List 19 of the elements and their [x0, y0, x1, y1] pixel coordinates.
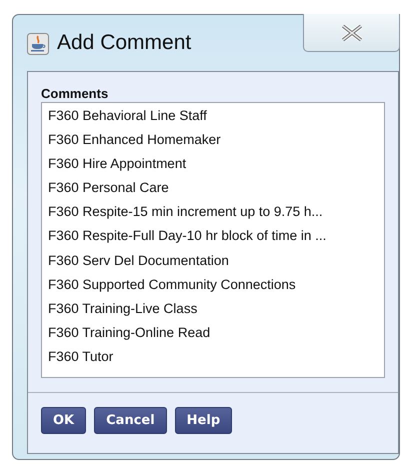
- comments-label: Comments: [41, 86, 110, 101]
- list-item[interactable]: F360 Respite-15 min increment up to 9.75 h...: [42, 200, 384, 224]
- dialog-button[interactable]: OK: [41, 407, 86, 434]
- list-item[interactable]: F360 Respite-Full Day-10 hr block of time in ...: [42, 224, 384, 249]
- coffee-cup-icon: [27, 33, 49, 55]
- list-item[interactable]: F360 Training-Online Read: [42, 320, 384, 345]
- list-item[interactable]: F360 Training-Live Class: [42, 296, 384, 321]
- dialog-button[interactable]: Help: [174, 407, 232, 434]
- list-item[interactable]: F360 Tutor: [42, 344, 384, 370]
- list-item[interactable]: F360 Behavioral Line Staff: [42, 104, 384, 128]
- close-icon: [340, 24, 362, 40]
- list-item[interactable]: F360 Personal Care: [42, 176, 384, 200]
- list-item[interactable]: F360 Supported Community Connections: [42, 272, 384, 297]
- list-item[interactable]: F360 Serv Del Documentation: [42, 248, 384, 273]
- dialog-button[interactable]: Cancel: [94, 407, 167, 434]
- list-item[interactable]: F360 Enhanced Homemaker: [42, 128, 384, 152]
- close-button[interactable]: [303, 14, 400, 52]
- window-title: Add Comment: [57, 31, 192, 55]
- list-item[interactable]: F360 Hire Appointment: [42, 152, 384, 176]
